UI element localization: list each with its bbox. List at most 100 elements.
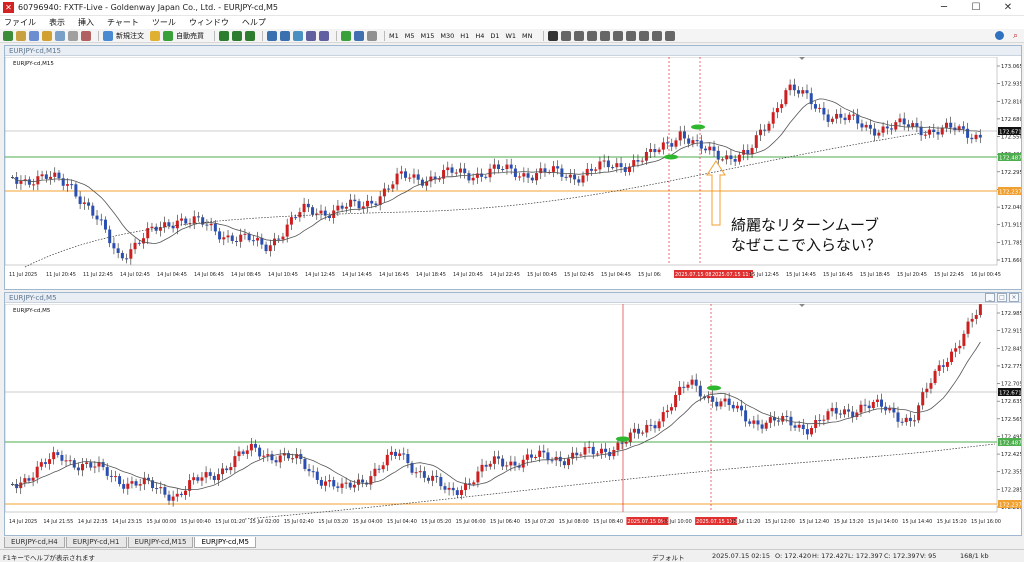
tf-m15[interactable]: M15	[421, 32, 435, 40]
tf-w1[interactable]: W1	[505, 32, 516, 40]
metaeditor-icon[interactable]	[150, 30, 160, 41]
terminal-icon[interactable]	[68, 30, 78, 41]
bear-candle	[306, 203, 310, 208]
zoom-out-icon[interactable]	[280, 30, 290, 41]
shapes-icon[interactable]	[664, 30, 675, 41]
fibonacci-icon[interactable]	[625, 30, 636, 41]
bull-candle	[268, 245, 272, 252]
new-order-icon[interactable]	[103, 30, 113, 41]
time-tick-label: 14 Jul 2025	[9, 519, 37, 525]
bull-candle	[64, 460, 68, 462]
bull-candle	[138, 484, 142, 486]
zoom-in-icon[interactable]	[267, 30, 277, 41]
community-icon[interactable]	[995, 31, 1004, 40]
minimize-button[interactable]: ─	[928, 0, 960, 16]
tab-m5[interactable]: EURJPY-cd,M5	[194, 537, 257, 548]
search-icon[interactable]: ⌕	[1013, 31, 1018, 41]
autoscroll-icon[interactable]	[319, 30, 329, 41]
price-tick-label: 172.295	[1001, 170, 1021, 176]
trendline-icon[interactable]	[599, 30, 610, 41]
tile-windows-icon[interactable]	[293, 30, 303, 41]
tf-m5[interactable]: M5	[405, 32, 415, 40]
bear-candle	[225, 468, 229, 471]
time-tick-label: 11 Jul 22:45	[83, 272, 113, 278]
status-close: C: 172.397	[884, 552, 920, 560]
auto-trade-icon[interactable]	[163, 30, 173, 41]
tf-h4[interactable]: H4	[475, 32, 484, 40]
bull-candle	[954, 348, 958, 352]
bear-candle	[591, 446, 595, 455]
chart-window-m5[interactable]: EURJPY-cd,M5 _ □ × EURJPY-cd,M5 172.985 17…	[4, 292, 1022, 536]
profiles-icon[interactable]	[16, 30, 26, 41]
new-chart-icon[interactable]	[3, 30, 13, 41]
navigator-icon[interactable]	[55, 30, 65, 41]
bear-candle	[439, 477, 443, 487]
label-icon[interactable]	[651, 30, 662, 41]
close-button[interactable]: ✕	[992, 0, 1024, 16]
bar-chart-icon[interactable]	[219, 30, 229, 41]
new-order-button[interactable]: 新規注文	[116, 31, 144, 41]
time-tick-label: 15 Jul 14:00	[868, 519, 898, 525]
strategy-tester-icon[interactable]	[81, 30, 91, 41]
channel-icon[interactable]	[612, 30, 623, 41]
bull-candle	[691, 140, 695, 144]
bull-candle	[674, 394, 678, 408]
bull-candle	[742, 149, 746, 155]
horizontal-line-icon[interactable]	[586, 30, 597, 41]
bull-candle	[492, 164, 496, 169]
bull-candle	[933, 370, 937, 384]
maximize-button[interactable]: ☐	[960, 0, 992, 16]
bear-candle	[247, 233, 251, 241]
chart-window-m15[interactable]: EURJPY-cd,M15 EURJPY-cd,M15 173.065 172.93…	[4, 45, 1022, 290]
menu-window[interactable]: ウィンドウ	[189, 17, 229, 28]
chart-close-button[interactable]: ×	[1009, 293, 1019, 302]
bull-candle	[418, 471, 422, 473]
indicators-icon[interactable]	[341, 30, 351, 41]
price-chart-m5[interactable]: EURJPY-cd,M5 172.985 172.915 172.845 172.775…	[5, 304, 1021, 536]
bear-candle	[294, 217, 298, 219]
candlestick-icon[interactable]	[232, 30, 242, 41]
vertical-line-icon[interactable]	[573, 30, 584, 41]
chart-maximize-button[interactable]: □	[997, 293, 1007, 302]
tf-h1[interactable]: H1	[460, 32, 469, 40]
cursor-icon[interactable]	[547, 30, 558, 41]
menu-view[interactable]: 表示	[49, 17, 65, 28]
tab-h1[interactable]: EURJPY-cd,H1	[65, 537, 127, 548]
bull-candle	[35, 466, 39, 478]
bear-candle	[27, 478, 31, 481]
menu-help[interactable]: ヘルプ	[242, 17, 266, 28]
periods-icon[interactable]	[354, 30, 364, 41]
tf-m30[interactable]: M30	[440, 32, 454, 40]
templates-icon[interactable]	[367, 30, 377, 41]
crosshair-icon[interactable]	[560, 30, 571, 41]
bull-candle	[818, 107, 822, 109]
menu-insert[interactable]: 挿入	[78, 17, 94, 28]
tab-h4[interactable]: EURJPY-cd,H4	[4, 537, 65, 548]
tf-mn[interactable]: MN	[522, 32, 532, 40]
chart-minimize-button[interactable]: _	[985, 293, 995, 302]
auto-trade-button[interactable]: 自動売買	[176, 31, 204, 41]
time-tick-label: 15 Jul 04:40	[387, 519, 417, 525]
chart-shift-icon[interactable]	[306, 30, 316, 41]
bear-candle	[254, 443, 257, 448]
data-window-icon[interactable]	[42, 30, 52, 41]
bull-candle	[522, 173, 526, 177]
bull-candle	[929, 383, 933, 389]
tf-d1[interactable]: D1	[490, 32, 499, 40]
line-chart-icon[interactable]	[245, 30, 255, 41]
tab-m15[interactable]: EURJPY-cd,M15	[127, 537, 194, 548]
menu-file[interactable]: ファイル	[4, 17, 36, 28]
text-icon[interactable]	[638, 30, 649, 41]
menu-tools[interactable]: ツール	[152, 17, 176, 28]
menu-chart[interactable]: チャート	[107, 17, 139, 28]
bull-candle	[822, 419, 826, 421]
bull-candle	[707, 396, 711, 399]
bull-candle	[391, 184, 395, 189]
bear-candle	[74, 184, 78, 197]
entry-arrow-marker	[691, 124, 705, 130]
market-watch-icon[interactable]	[29, 30, 39, 41]
bear-candle	[196, 477, 200, 481]
bull-candle	[917, 405, 921, 421]
bear-candle	[125, 258, 129, 260]
tf-m1[interactable]: M1	[389, 32, 399, 40]
